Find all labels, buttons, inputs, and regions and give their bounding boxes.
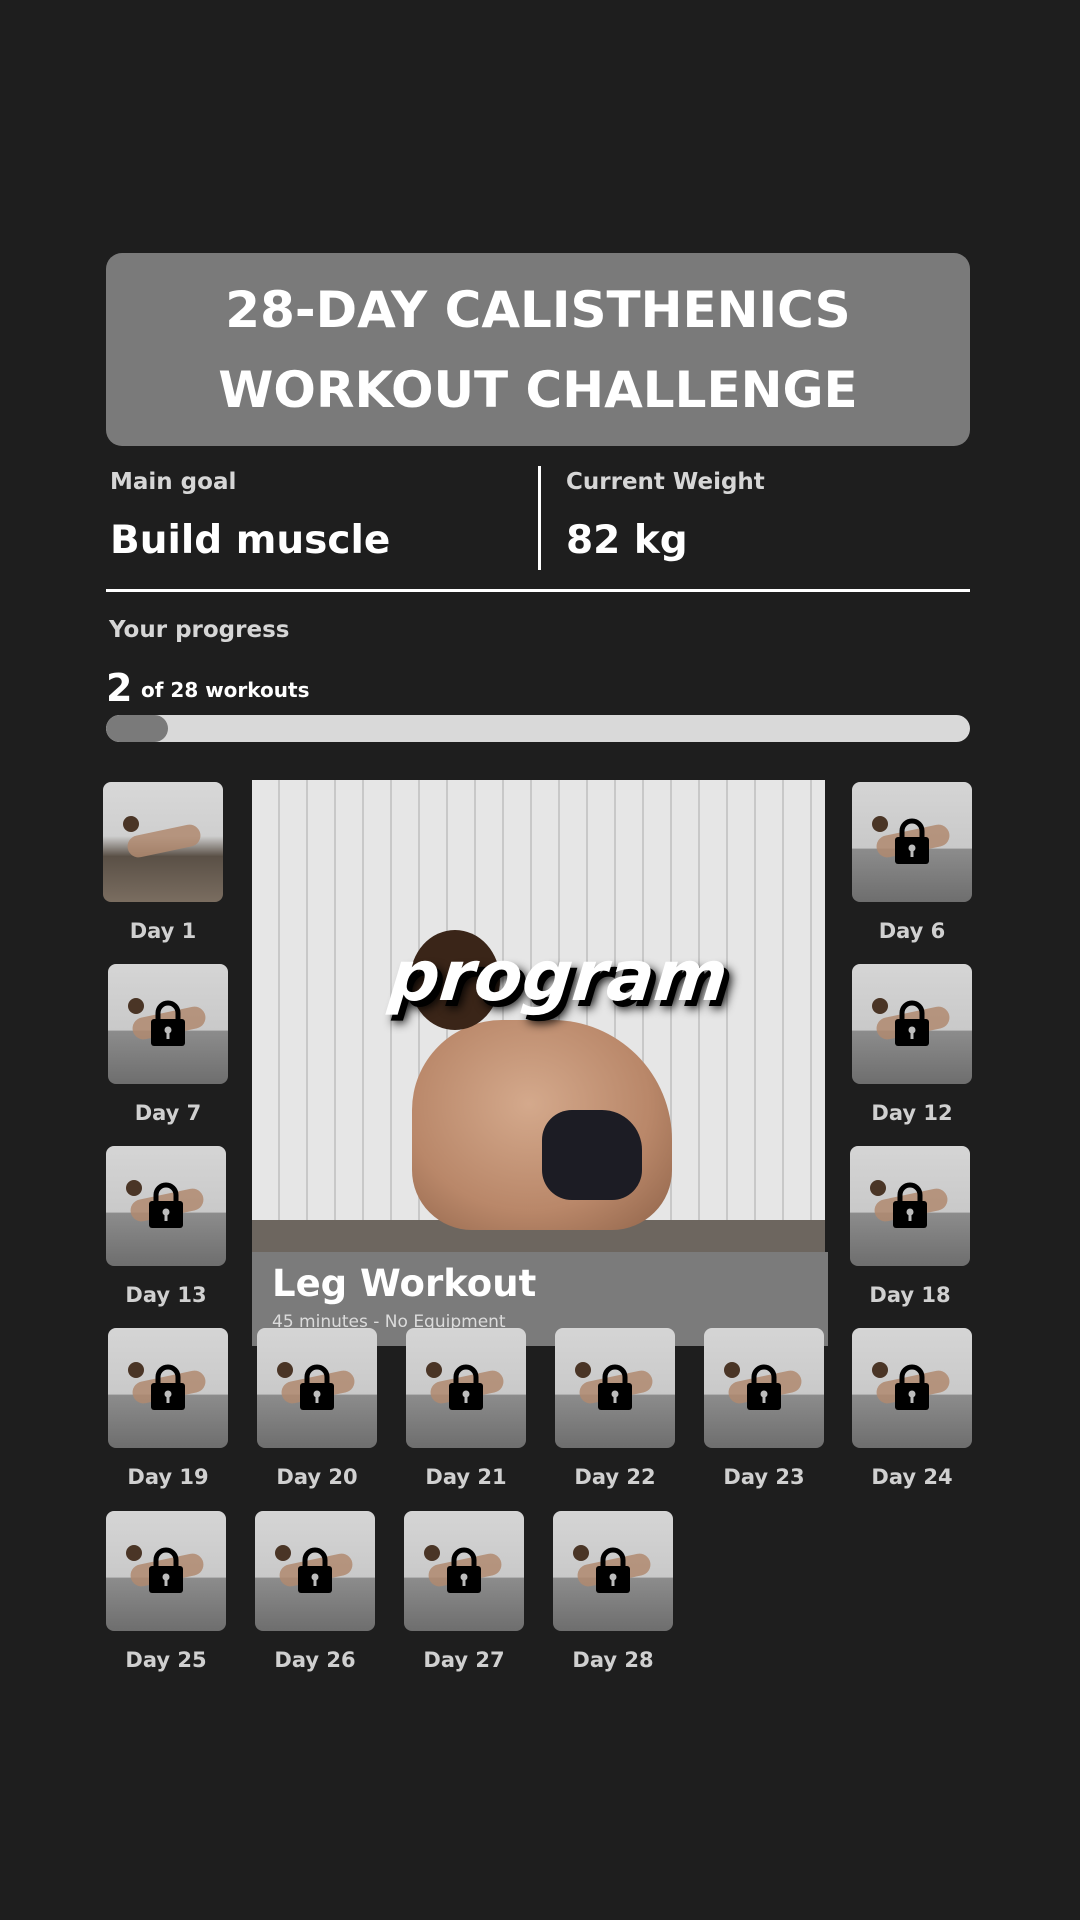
exercise-figure-head: [872, 998, 888, 1014]
day-tile[interactable]: [404, 1511, 524, 1631]
day-tile[interactable]: [850, 1146, 970, 1266]
day-tile[interactable]: [704, 1328, 824, 1448]
day-tile[interactable]: [852, 782, 972, 902]
day-tile[interactable]: [106, 1511, 226, 1631]
exercise-figure-head: [424, 1545, 440, 1561]
athlete-shorts: [542, 1110, 642, 1200]
exercise-figure-head: [872, 816, 888, 832]
exercise-figure-head: [275, 1545, 291, 1561]
lock-icon: [892, 1364, 932, 1412]
day-label: Day 6: [878, 919, 946, 943]
exercise-figure-head: [126, 1180, 142, 1196]
day-label: Day 27: [423, 1648, 505, 1672]
day-tile[interactable]: [106, 1146, 226, 1266]
lock-icon: [593, 1547, 633, 1595]
featured-workout-title: Leg Workout: [272, 1262, 537, 1305]
day-label: Day 21: [425, 1465, 507, 1489]
stats-divider: [538, 466, 541, 570]
day-tile[interactable]: [406, 1328, 526, 1448]
progress-bar-fill: [106, 715, 168, 742]
exercise-figure-head: [573, 1545, 589, 1561]
day-tile[interactable]: [255, 1511, 375, 1631]
day-tile[interactable]: [553, 1511, 673, 1631]
lock-icon: [890, 1182, 930, 1230]
program-overlay-text: program: [385, 935, 732, 1017]
lock-icon: [295, 1547, 335, 1595]
day-label: Day 22: [574, 1465, 656, 1489]
day-label: Day 23: [723, 1465, 805, 1489]
day-label: Day 26: [274, 1648, 356, 1672]
exercise-figure-head: [128, 998, 144, 1014]
lock-icon: [446, 1364, 486, 1412]
lock-icon: [444, 1547, 484, 1595]
day-tile[interactable]: [108, 964, 228, 1084]
lock-icon: [595, 1364, 635, 1412]
exercise-figure-head: [126, 1545, 142, 1561]
lock-icon: [892, 818, 932, 866]
day-label: Day 24: [871, 1465, 953, 1489]
exercise-figure-head: [123, 816, 139, 832]
exercise-figure-head: [128, 1362, 144, 1378]
progress-count: 2: [106, 666, 133, 710]
lock-icon: [744, 1364, 784, 1412]
day-tile[interactable]: [257, 1328, 377, 1448]
day-label: Day 25: [125, 1648, 207, 1672]
progress-bar: [106, 715, 970, 742]
day-label: Day 19: [127, 1465, 209, 1489]
challenge-header: 28-DAY CALISTHENICS WORKOUT CHALLENGE: [106, 253, 970, 446]
day-label: Day 18: [869, 1283, 951, 1307]
lock-icon: [148, 1364, 188, 1412]
section-divider: [106, 589, 970, 592]
progress-label: Your progress: [109, 617, 290, 643]
weight-value: 82 kg: [566, 518, 688, 563]
day-label: Day 28: [572, 1648, 654, 1672]
lock-icon: [892, 1000, 932, 1048]
exercise-figure-head: [426, 1362, 442, 1378]
lock-icon: [146, 1182, 186, 1230]
challenge-title: 28-DAY CALISTHENICS WORKOUT CHALLENGE: [218, 280, 858, 419]
exercise-figure-head: [870, 1180, 886, 1196]
weight-label: Current Weight: [566, 469, 765, 495]
exercise-figure-head: [277, 1362, 293, 1378]
day-label: Day 20: [276, 1465, 358, 1489]
exercise-figure-head: [724, 1362, 740, 1378]
day-label: Day 7: [134, 1101, 202, 1125]
day-tile[interactable]: [852, 1328, 972, 1448]
day-label: Day 12: [871, 1101, 953, 1125]
progress-text: of 28 workouts: [141, 678, 310, 702]
day-label: Day 13: [125, 1283, 207, 1307]
day-tile[interactable]: [852, 964, 972, 1084]
lock-icon: [148, 1000, 188, 1048]
lock-icon: [297, 1364, 337, 1412]
day-tile[interactable]: [103, 782, 223, 902]
day-tile[interactable]: [555, 1328, 675, 1448]
exercise-figure-head: [575, 1362, 591, 1378]
lock-icon: [146, 1547, 186, 1595]
day-label: Day 1: [129, 919, 197, 943]
goal-label: Main goal: [110, 469, 237, 495]
exercise-figure-head: [872, 1362, 888, 1378]
goal-value: Build muscle: [110, 518, 391, 563]
day-tile[interactable]: [108, 1328, 228, 1448]
